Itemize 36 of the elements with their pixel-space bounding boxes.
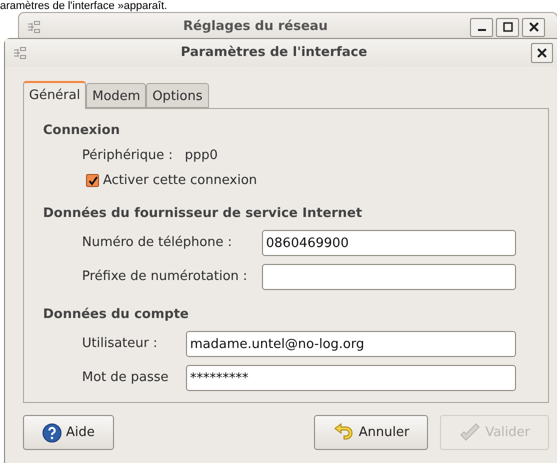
maximize-icon — [502, 22, 512, 32]
network-icon — [27, 20, 41, 34]
network-icon — [13, 46, 27, 60]
section-heading: Connexion — [42, 122, 121, 140]
field-label: Numéro de téléphone : — [82, 234, 234, 252]
dialog-title: Paramètres de l'interface — [180, 44, 368, 62]
close-button[interactable] — [522, 18, 545, 36]
help-icon — [42, 422, 62, 442]
input-field[interactable] — [262, 264, 516, 290]
field-label: Mot de passe — [82, 369, 170, 388]
undo-arrow-icon — [332, 422, 355, 442]
section-heading: Données du fournisseur de service Internet — [42, 205, 364, 224]
maximize-button[interactable] — [496, 18, 519, 36]
input-field[interactable]: ********* — [186, 365, 516, 391]
close-icon — [528, 22, 538, 32]
tab[interactable]: Modem — [86, 83, 146, 108]
section-heading: Données du compte — [42, 306, 190, 324]
tab[interactable]: Options — [146, 83, 208, 108]
checkmark-arrow-icon — [459, 422, 482, 442]
device-value: ppp0 — [184, 146, 218, 165]
input-field[interactable]: 0860469900 — [262, 230, 516, 256]
minimize-button[interactable] — [470, 18, 493, 36]
window-title: Réglages du réseau — [182, 18, 329, 36]
checkbox[interactable] — [86, 174, 99, 187]
close-icon — [537, 48, 547, 58]
cancel-button[interactable]: Annuler — [314, 415, 428, 450]
field-label: Utilisateur : — [82, 335, 158, 354]
checkbox-label: Activer cette connexion — [103, 172, 258, 190]
input-field[interactable]: madame.untel@no-log.org — [186, 331, 516, 357]
minimize-icon — [478, 29, 486, 31]
help-button[interactable]: Aide — [23, 415, 114, 450]
close-button[interactable] — [531, 43, 553, 63]
tab[interactable]: Général — [23, 81, 86, 109]
field-label: Préfixe de numérotation : — [82, 268, 248, 286]
device-label: Périphérique : — [82, 146, 173, 165]
caption-text: aramètres de l'interface »apparaît. — [0, 0, 168, 12]
